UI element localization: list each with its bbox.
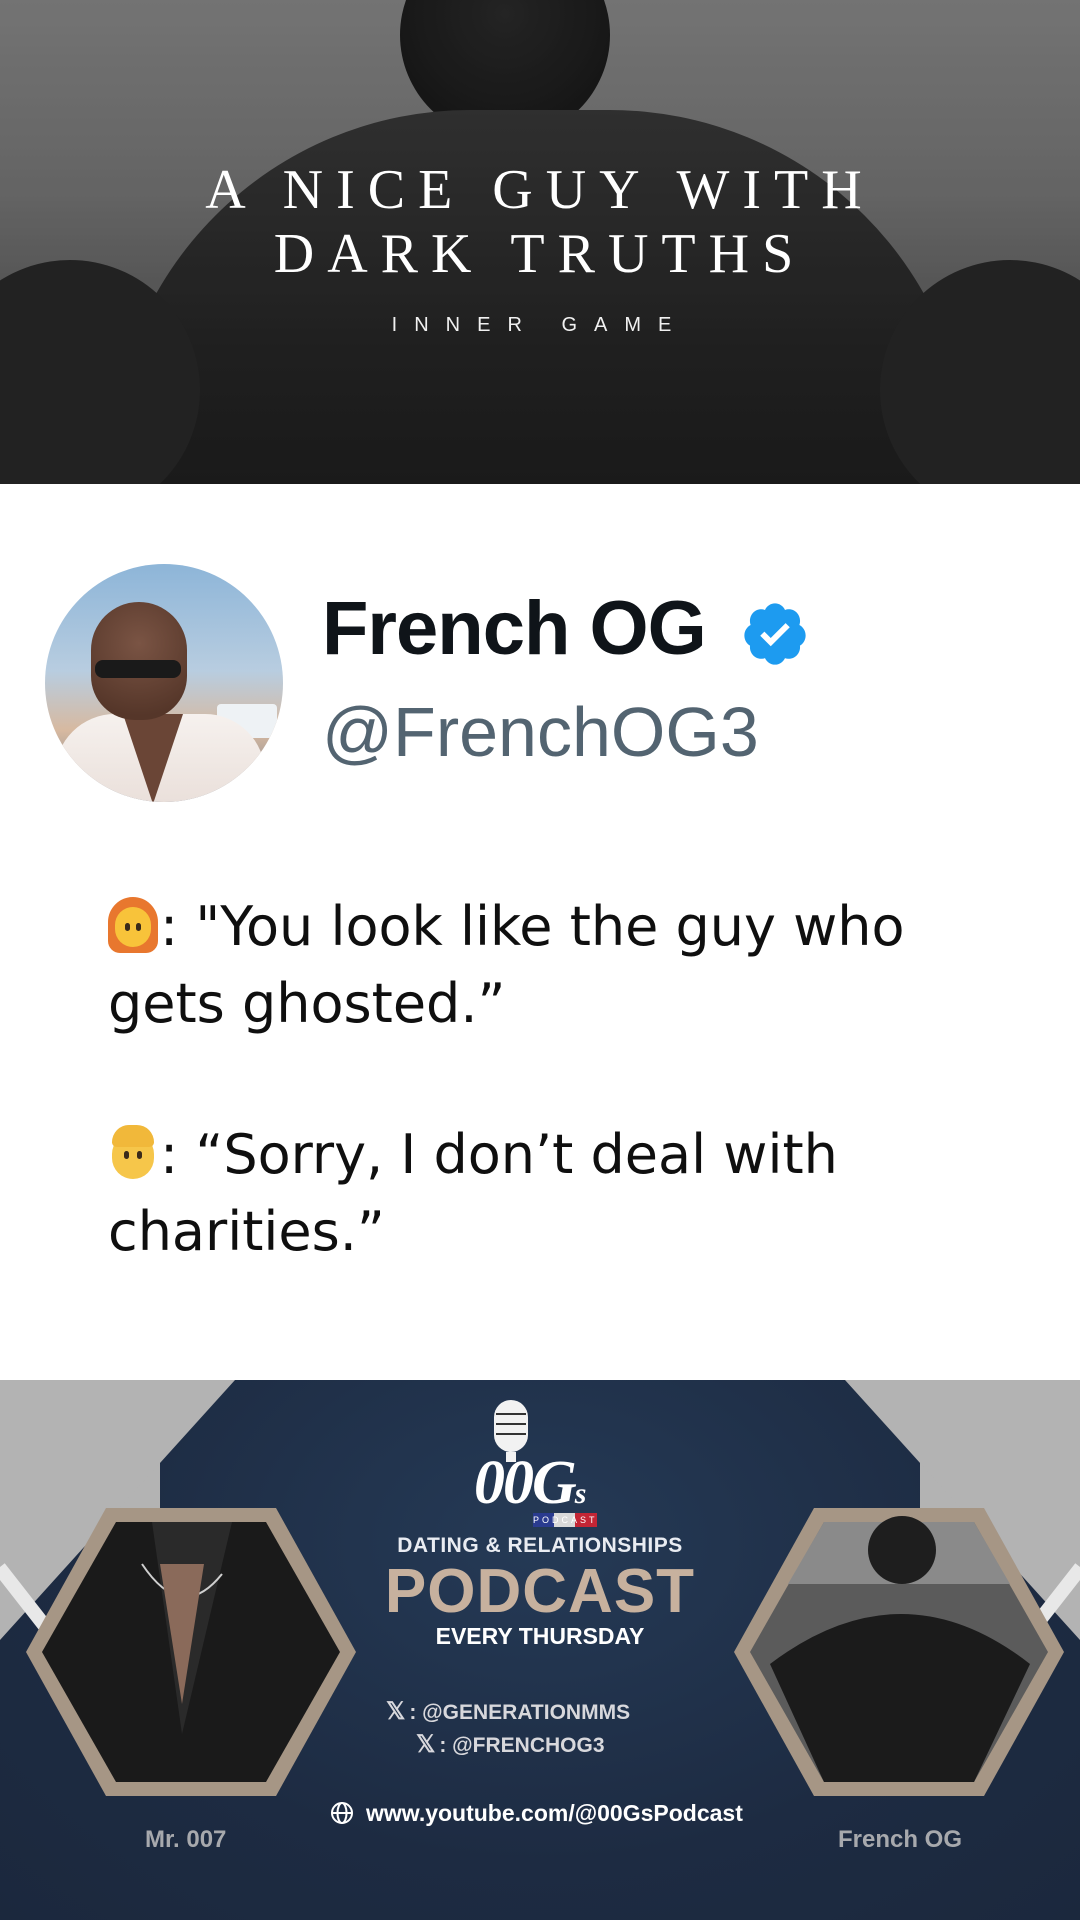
podcast-headline: PODCAST xyxy=(384,1557,696,1626)
x-handle-generationmms[interactable]: 𝕏: @GENERATIONMMS xyxy=(386,1697,630,1726)
tweet-line-1: : "You look like the guy who gets ghoste… xyxy=(108,888,1008,1042)
avatar[interactable] xyxy=(45,564,283,802)
x-handle-frenchog3[interactable]: 𝕏: @FRENCHOG3 xyxy=(416,1730,605,1759)
tweet-text-1a: : "You look like the guy who xyxy=(160,895,905,958)
woman-red-hair-emoji-icon xyxy=(108,897,158,953)
podcast-flag-badge: PODCAST xyxy=(533,1513,598,1527)
banner-subtitle: INNER GAME xyxy=(391,314,689,336)
tweet-text-2a: : “Sorry, I don’t deal with xyxy=(160,1123,838,1186)
tweet-text-1b: gets ghosted.” xyxy=(108,972,506,1035)
profile-handle[interactable]: @FrenchOG3 xyxy=(322,690,759,774)
tagline: DATING & RELATIONSHIPS xyxy=(397,1534,683,1557)
youtube-link[interactable]: www.youtube.com/@00GsPodcast xyxy=(330,1800,743,1827)
x-logo-icon: 𝕏 xyxy=(386,1698,406,1725)
schedule-text: EVERY THURSDAY xyxy=(435,1623,645,1649)
brand-logo-text: 00Gs xyxy=(474,1449,586,1517)
verified-badge-icon xyxy=(744,603,806,665)
host-name-left: Mr. 007 xyxy=(145,1826,227,1853)
banner-title: A NICE GUY WITH DARK TRUTHS xyxy=(205,159,875,285)
tweet-line-2: : “Sorry, I don’t deal with charities.” xyxy=(108,1116,1008,1270)
globe-icon xyxy=(331,1802,353,1824)
x-logo-icon: 𝕏 xyxy=(416,1731,436,1758)
man-blond-emoji-icon xyxy=(108,1125,158,1181)
host-name-right: French OG xyxy=(838,1826,963,1853)
tweet-text-2b: charities.” xyxy=(108,1200,385,1263)
profile-name[interactable]: French OG xyxy=(322,584,707,674)
